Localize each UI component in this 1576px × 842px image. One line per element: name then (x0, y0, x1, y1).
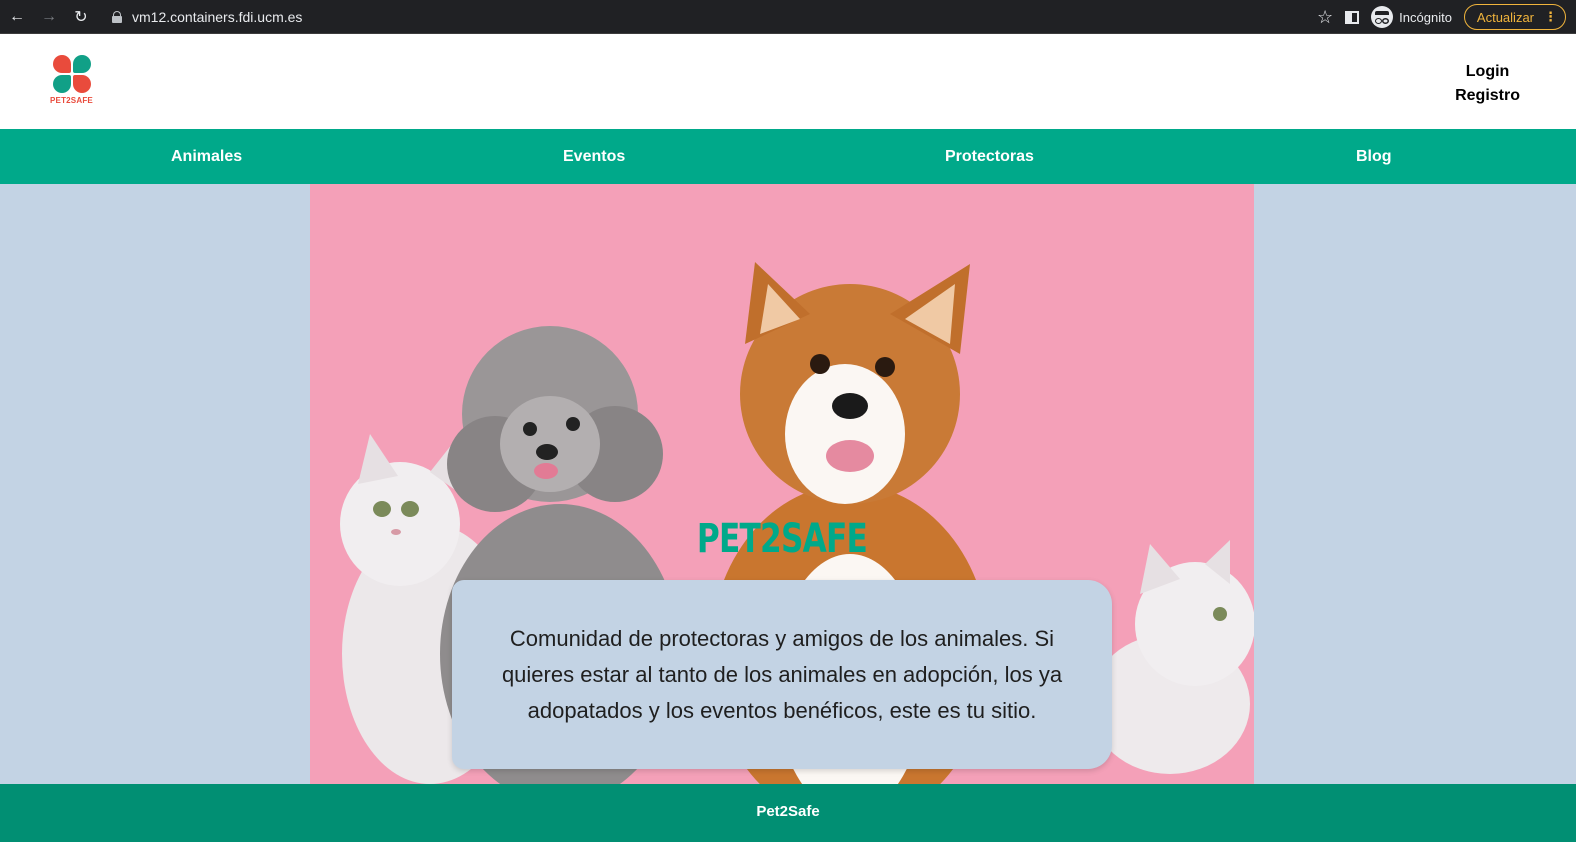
site-header: PET2SAFE Login Registro (0, 35, 1576, 129)
incognito-label: Incógnito (1399, 9, 1452, 25)
menu-kebab-icon: ⋮ (1544, 9, 1557, 24)
main-nav: Animales Eventos Protectoras Blog (0, 129, 1576, 184)
hero-banner: PET2SAFE Comunidad de protectoras y amig… (310, 184, 1254, 784)
url-text: vm12.containers.fdi.ucm.es (132, 9, 303, 25)
nav-item-protectoras[interactable]: Protectoras (945, 129, 1034, 184)
hero-description-box: Comunidad de protectoras y amigos de los… (452, 580, 1112, 769)
footer-text: Pet2Safe (756, 803, 820, 820)
logo-text: PET2SAFE (50, 96, 93, 105)
nav-item-blog[interactable]: Blog (1356, 129, 1392, 184)
forward-icon[interactable]: → (38, 6, 60, 28)
hero-description: Comunidad de protectoras y amigos de los… (501, 625, 1063, 723)
hero-title: PET2SAFE (696, 516, 868, 562)
reload-icon[interactable]: ↻ (70, 6, 92, 28)
side-panel-icon[interactable] (1345, 10, 1360, 24)
nav-item-eventos[interactable]: Eventos (563, 129, 625, 184)
update-button[interactable]: Actualizar ⋮ (1463, 4, 1566, 30)
pet2safe-logo[interactable]: PET2SAFE (50, 55, 96, 105)
logo-mark-icon (53, 55, 96, 93)
auth-links: Login Registro (1455, 60, 1520, 108)
lock-icon (112, 11, 122, 23)
cat-right-illustration (1090, 540, 1254, 774)
login-link[interactable]: Login (1455, 60, 1520, 84)
main-content: PET2SAFE Comunidad de protectoras y amig… (0, 184, 1576, 784)
bookmark-star-icon[interactable]: ☆ (1317, 7, 1333, 28)
incognito-indicator[interactable]: Incógnito (1371, 6, 1452, 28)
incognito-icon (1371, 6, 1394, 28)
nav-item-animales[interactable]: Animales (171, 129, 242, 184)
address-bar[interactable]: vm12.containers.fdi.ucm.es (106, 4, 1306, 30)
update-label: Actualizar (1476, 9, 1534, 25)
register-link[interactable]: Registro (1455, 84, 1520, 108)
back-icon[interactable]: ← (6, 6, 28, 28)
site-footer: Pet2Safe (0, 784, 1576, 842)
browser-toolbar: ← → ↻ vm12.containers.fdi.ucm.es ☆ Incóg… (0, 0, 1576, 34)
